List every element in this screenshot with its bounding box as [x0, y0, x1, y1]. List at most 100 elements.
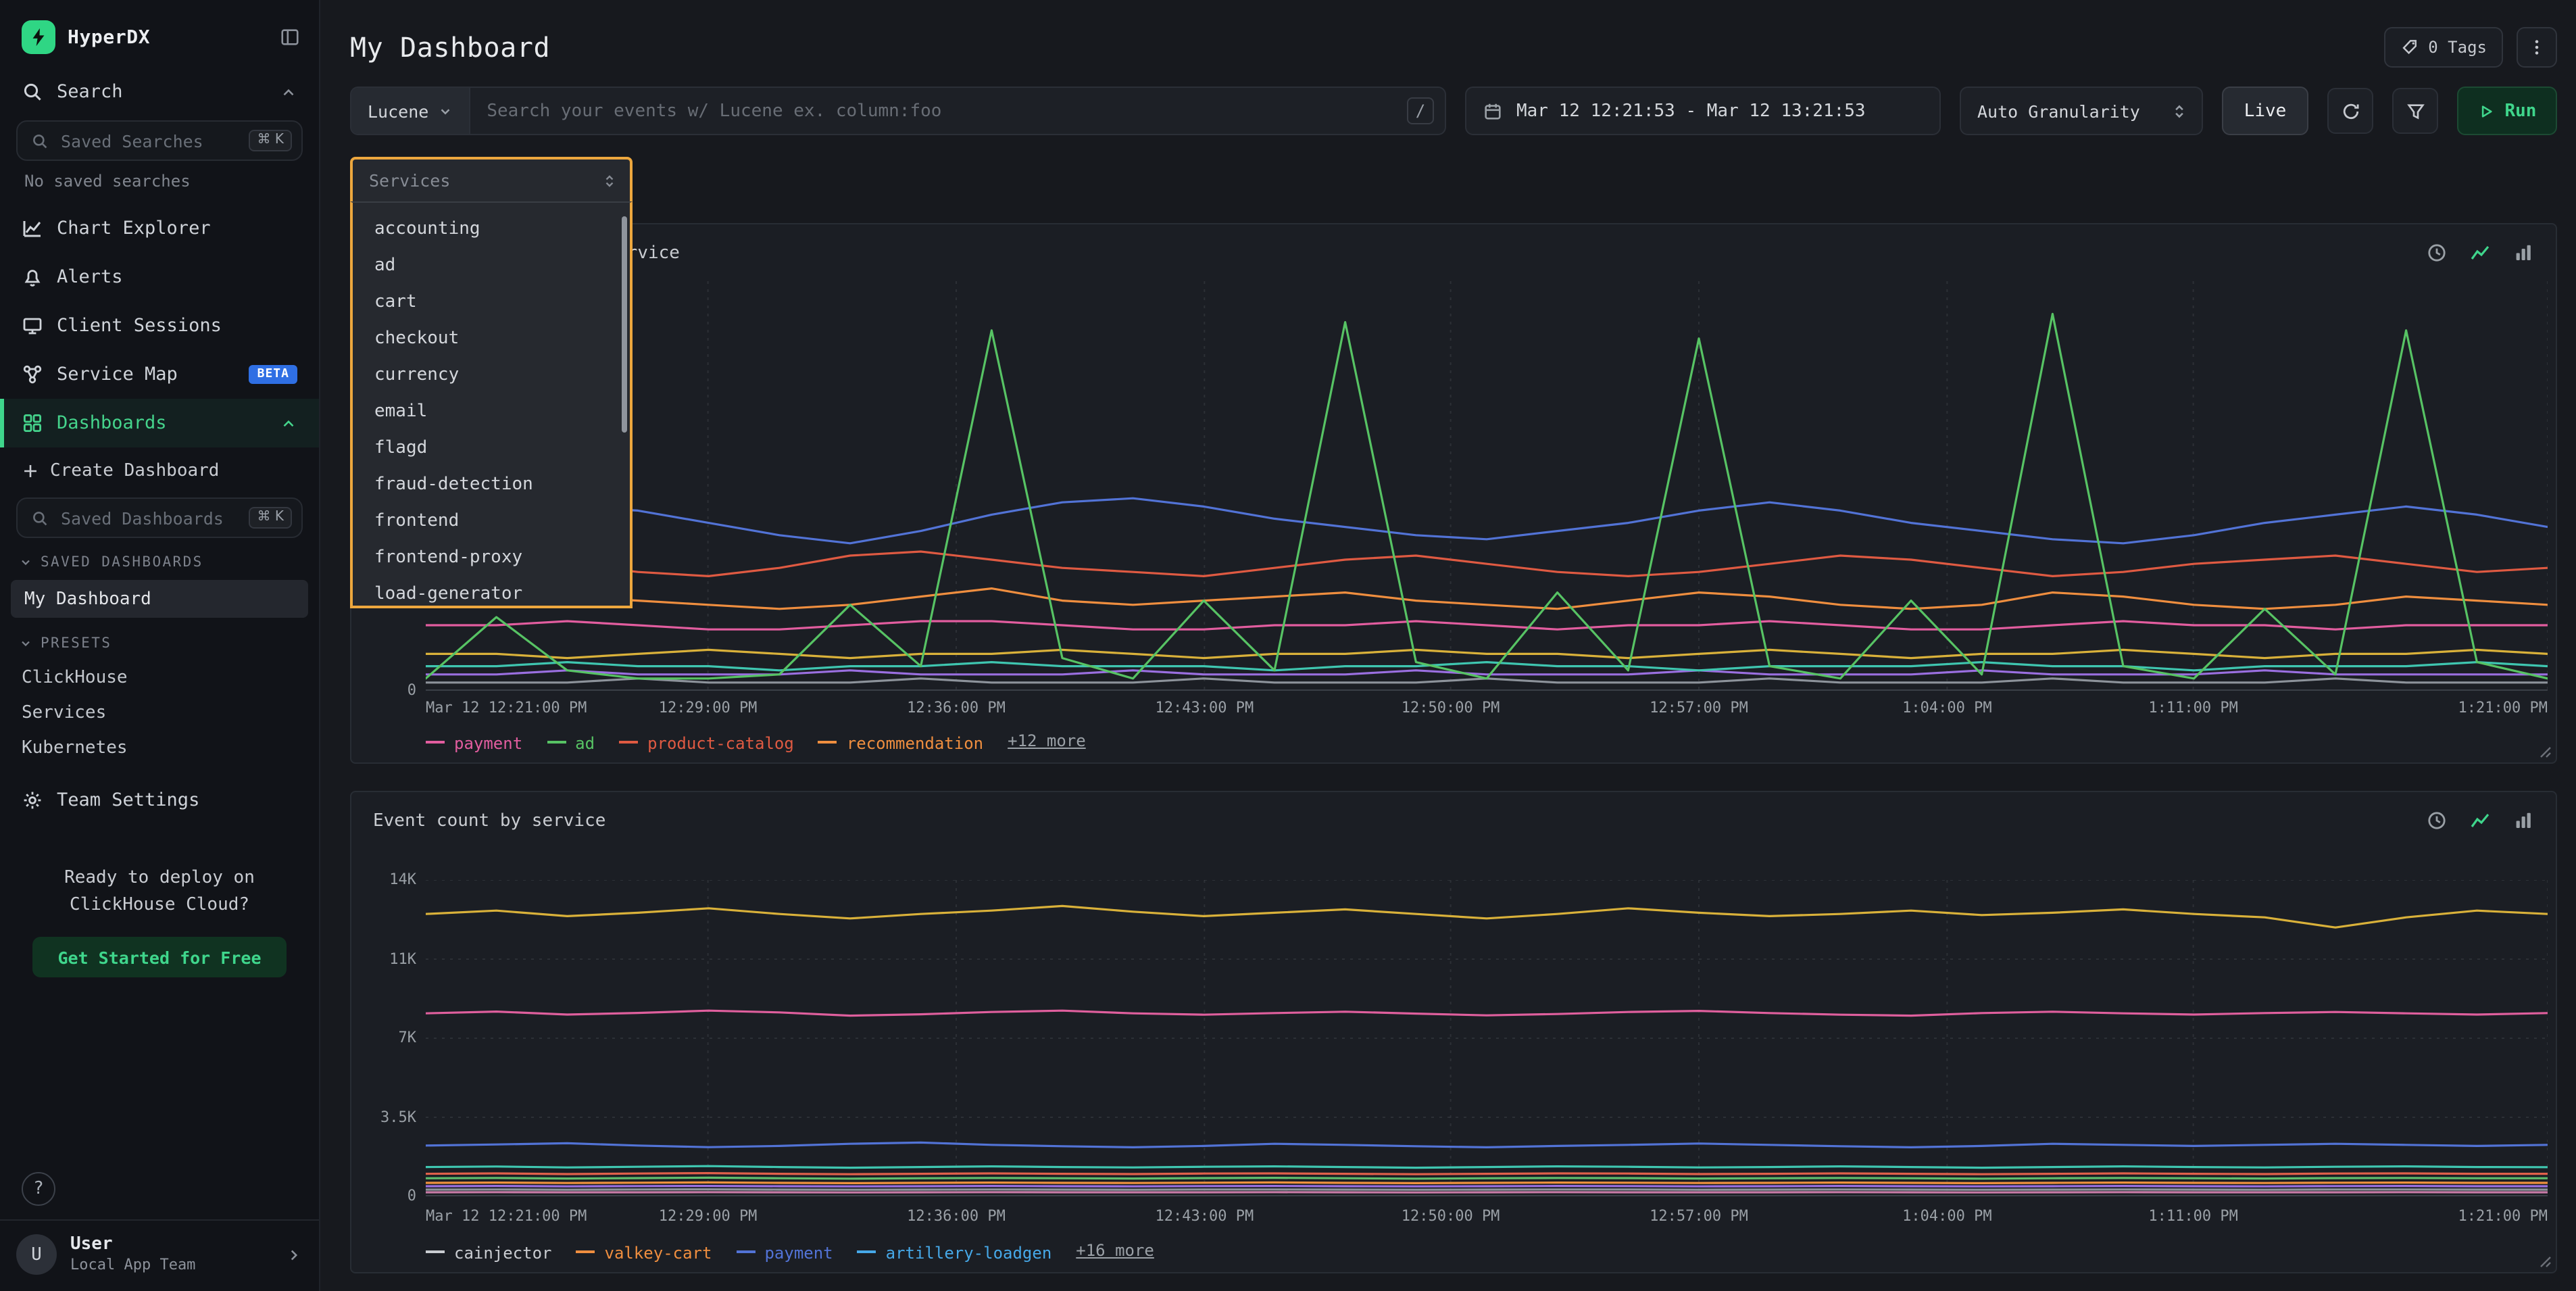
refresh-icon	[2340, 101, 2360, 121]
option-flagd[interactable]: flagd	[353, 430, 630, 466]
legend-more-link[interactable]: +12 more	[1008, 731, 1086, 750]
dashboards-icon	[22, 412, 43, 434]
create-dashboard-button[interactable]: Create Dashboard	[0, 447, 319, 493]
user-team: Local App Team	[70, 1257, 195, 1275]
gear-icon	[22, 789, 43, 811]
calendar-icon	[1483, 101, 1503, 121]
get-started-button[interactable]: Get Started for Free	[32, 937, 287, 978]
resize-handle[interactable]	[2538, 1255, 2552, 1268]
x-axis-labels: Mar 12 12:21:00 PM12:29:00 PM12:36:00 PM…	[426, 699, 2548, 721]
legend-item: recommendation	[818, 728, 983, 754]
search-icon	[31, 132, 49, 149]
sidebar-item-label: Chart Explorer	[57, 218, 211, 239]
sidebar-item-service-map[interactable]: Service Map BETA	[0, 350, 319, 399]
no-saved-searches-note: No saved searches	[0, 169, 319, 204]
clock-icon	[2426, 810, 2448, 831]
app-window: HyperDX Search ⌘ K No saved searches Cha…	[0, 0, 2576, 1291]
time-settings-button[interactable]	[2426, 810, 2448, 831]
option-checkout[interactable]: checkout	[353, 320, 630, 357]
option-frontend[interactable]: frontend	[353, 503, 630, 539]
chart-legend: cainjectorvalkey-cartpaymentartillery-lo…	[426, 1237, 1154, 1264]
x-tick-label: 1:21:00 PM	[2458, 699, 2548, 716]
bar-chart-icon	[2512, 810, 2534, 831]
search-icon	[22, 81, 43, 103]
sidebar-item-dashboards[interactable]: Dashboards	[0, 399, 319, 447]
preset-clickhouse[interactable]: ClickHouse	[0, 660, 319, 695]
query-language-dropdown[interactable]: Lucene	[351, 88, 470, 134]
refresh-button[interactable]	[2327, 88, 2373, 134]
saved-dashboard-my-dashboard[interactable]: My Dashboard	[11, 580, 308, 618]
legend-item: artillery-loadgen	[858, 1238, 1052, 1263]
option-email[interactable]: email	[353, 393, 630, 430]
y-tick-label: 14K	[354, 871, 416, 888]
section-presets[interactable]: PRESETS	[0, 627, 319, 660]
option-fraud-detection[interactable]: fraud-detection	[353, 466, 630, 503]
services-filter: Services accounting ad cart checkout cur…	[350, 157, 633, 201]
legend-more-link[interactable]: +16 more	[1076, 1241, 1154, 1260]
user-menu[interactable]: U User Local App Team	[0, 1219, 319, 1291]
create-dashboard-label: Create Dashboard	[50, 460, 219, 481]
option-currency[interactable]: currency	[353, 357, 630, 393]
x-tick-label: 12:29:00 PM	[659, 1207, 758, 1225]
section-saved-dashboards[interactable]: SAVED DASHBOARDS	[0, 546, 319, 579]
search-input[interactable]	[470, 101, 1407, 121]
granularity-select[interactable]: Auto Granularity	[1960, 87, 2203, 135]
preset-services[interactable]: Services	[0, 695, 319, 730]
line-chart-toggle[interactable]	[2469, 242, 2491, 264]
logo-row: HyperDX	[0, 0, 319, 68]
chart-explorer-icon	[22, 218, 43, 239]
help-button[interactable]: ?	[22, 1172, 55, 1206]
bar-chart-toggle[interactable]	[2512, 242, 2534, 264]
filter-button[interactable]	[2392, 88, 2438, 134]
sidebar-item-chart-explorer[interactable]: Chart Explorer	[0, 204, 319, 253]
clickhouse-cloud-cta-text: Ready to deploy on ClickHouse Cloud?	[41, 865, 278, 920]
services-placeholder: Services	[369, 170, 450, 191]
x-tick-label: 12:36:00 PM	[907, 1207, 1006, 1225]
sidebar-item-label: Alerts	[57, 266, 123, 288]
scrollbar-thumb[interactable]	[622, 216, 627, 433]
time-settings-button[interactable]	[2426, 242, 2448, 264]
preset-kubernetes[interactable]: Kubernetes	[0, 730, 319, 765]
hyperdx-logo[interactable]	[22, 20, 55, 54]
saved-dashboards-field[interactable]	[58, 506, 240, 529]
tag-icon	[2400, 38, 2419, 57]
line-chart-toggle[interactable]	[2469, 810, 2491, 831]
option-ad[interactable]: ad	[353, 247, 630, 284]
x-tick-label: 1:11:00 PM	[2148, 1207, 2237, 1225]
chevron-down-icon	[19, 556, 32, 569]
option-accounting[interactable]: accounting	[353, 211, 630, 247]
keyboard-shortcut-badge: ⌘ K	[249, 507, 293, 529]
updown-chevrons-icon	[2171, 102, 2188, 120]
y-tick-label: 0	[354, 1187, 416, 1204]
resize-handle[interactable]	[2538, 745, 2552, 758]
keyboard-shortcut-badge: ⌘ K	[249, 130, 293, 151]
services-select[interactable]: Services	[350, 157, 633, 201]
option-load-generator[interactable]: load-generator	[353, 576, 630, 608]
sidebar-item-alerts[interactable]: Alerts	[0, 253, 319, 301]
legend-item: cainjector	[426, 1238, 552, 1263]
kebab-icon	[2527, 38, 2546, 57]
saved-dashboards-input[interactable]: ⌘ K	[16, 497, 303, 538]
live-button[interactable]: Live	[2222, 87, 2308, 135]
bar-chart-toggle[interactable]	[2512, 810, 2534, 831]
chevron-up-icon	[280, 414, 297, 432]
saved-searches-input[interactable]: ⌘ K	[16, 120, 303, 161]
option-frontend-proxy[interactable]: frontend-proxy	[353, 539, 630, 576]
time-range-picker[interactable]: Mar 12 12:21:53 - Mar 12 13:21:53	[1465, 87, 1941, 135]
saved-searches-field[interactable]	[58, 129, 240, 152]
sidebar: HyperDX Search ⌘ K No saved searches Cha…	[0, 0, 320, 1291]
option-cart[interactable]: cart	[353, 284, 630, 320]
sidebar-item-team-settings[interactable]: Team Settings	[0, 776, 319, 825]
sidebar-item-search[interactable]: Search	[0, 68, 319, 116]
collapse-sidebar-icon[interactable]	[280, 27, 300, 47]
run-button[interactable]: Run	[2457, 87, 2557, 135]
search-icon	[31, 509, 49, 527]
slash-shortcut-badge: /	[1407, 97, 1434, 124]
tags-button[interactable]: 0 Tags	[2383, 27, 2503, 68]
sidebar-item-client-sessions[interactable]: Client Sessions	[0, 301, 319, 350]
sidebar-item-label: Service Map	[57, 364, 178, 385]
page-title: My Dashboard	[350, 31, 550, 64]
x-tick-label: 12:50:00 PM	[1402, 1207, 1500, 1225]
more-options-button[interactable]	[2517, 27, 2557, 68]
beta-badge: BETA	[249, 365, 297, 384]
